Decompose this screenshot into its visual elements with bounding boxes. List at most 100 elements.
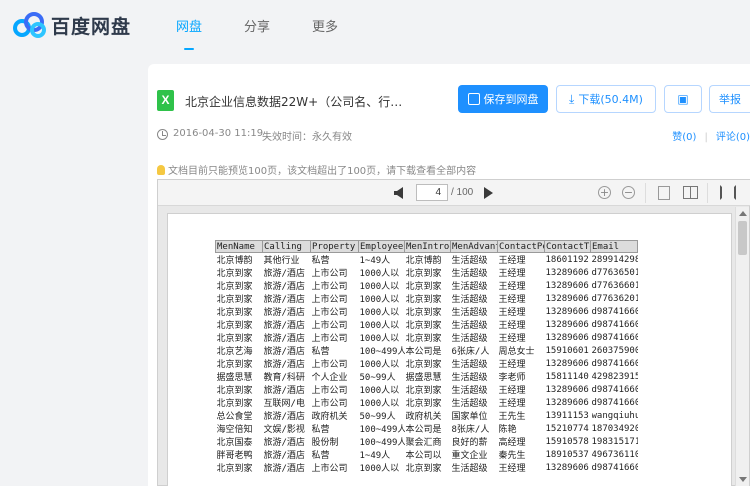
brand-logo[interactable]: 百度网盘 bbox=[12, 11, 131, 39]
notice-text: 文档目前只能预览100页，该文档超出了100页，请下载查看全部内容 bbox=[168, 166, 477, 177]
table-cell: 1000人以 bbox=[359, 308, 400, 318]
like-count-link[interactable]: 赞(0) bbox=[672, 132, 696, 143]
table-cell: 北京到家 bbox=[405, 360, 442, 370]
table-cell: d98741660 bbox=[591, 319, 638, 330]
table-row: 北京到家 旅游/酒店 上市公司 1000人以 北京到家 生活超级 王经理 13289606 d9… bbox=[216, 357, 638, 371]
table-row: 北京到家 旅游/酒店 上市公司 1000人以 北京到家 生活超级 王经理 13289606 d7… bbox=[216, 279, 638, 293]
table-cell: 王经理 bbox=[498, 308, 526, 318]
table-cell: 北京到家 bbox=[216, 334, 253, 344]
table-cell: d98741660 bbox=[591, 462, 638, 473]
table-cell: 私营 bbox=[311, 425, 330, 435]
table-cell: 私营 bbox=[311, 451, 330, 461]
prev-page-icon[interactable] bbox=[394, 187, 403, 199]
table-cell: 50~99人 bbox=[359, 412, 396, 422]
page-number-input[interactable]: 4 bbox=[416, 184, 448, 201]
table-cell: 良好的薪 bbox=[451, 438, 488, 448]
table-cell: 个人企业 bbox=[311, 373, 348, 383]
table-cell: d98741660 bbox=[591, 397, 638, 408]
table-cell: 13289606 bbox=[545, 306, 589, 317]
scroll-thumb[interactable] bbox=[738, 221, 747, 255]
table-cell: 上市公司 bbox=[311, 282, 348, 292]
two-page-icon[interactable] bbox=[683, 186, 698, 199]
table-cell: d77636201 bbox=[591, 293, 638, 304]
table-cell: 生活超级 bbox=[451, 295, 488, 305]
table-cell: 旅游/酒店 bbox=[263, 451, 305, 461]
table-cell: 1000人以 bbox=[359, 386, 400, 396]
comment-link[interactable]: 评论(0) bbox=[716, 132, 750, 143]
table-row: 据盛思慧 教育/科研 个人企业 50~99人 据盛思慧 生活超级 李老师 15811140 42… bbox=[216, 370, 638, 384]
table-cell: 1000人以 bbox=[359, 399, 400, 409]
save-to-netdisk-button[interactable]: 保存到网盘 bbox=[458, 85, 548, 113]
table-cell: 王经理 bbox=[498, 360, 526, 370]
column-header: ContactTe bbox=[544, 240, 591, 253]
table-cell: 1000人以 bbox=[359, 269, 400, 279]
table-cell: 政府机关 bbox=[405, 412, 442, 422]
table-cell: 1000人以 bbox=[359, 295, 400, 305]
table-cell: 289914298 bbox=[591, 254, 638, 265]
scroll-up-icon[interactable] bbox=[739, 211, 747, 216]
download-button-label: 下载(50.4M) bbox=[578, 93, 643, 106]
table-row: 总公食堂 旅游/酒店 政府机关 50~99人 政府机关 国家单位 王先生 13911153 wa… bbox=[216, 409, 638, 423]
table-cell: 旅游/酒店 bbox=[263, 269, 305, 279]
table-cell: 北京到家 bbox=[216, 269, 253, 279]
zoom-out-icon[interactable]: − bbox=[622, 186, 635, 199]
table-cell: 上市公司 bbox=[311, 386, 348, 396]
viewer-scrollbar[interactable] bbox=[735, 207, 749, 486]
table-cell: 6张床/人 bbox=[451, 347, 490, 357]
table-cell: 北京到家 bbox=[216, 295, 253, 305]
table-cell: 旅游/酒店 bbox=[263, 386, 305, 396]
table-cell: 1000人以 bbox=[359, 282, 400, 292]
qr-code-button[interactable]: ▣ bbox=[664, 85, 702, 113]
viewer-toolbar: 4 / 100 + − bbox=[158, 180, 750, 206]
bulb-icon bbox=[157, 165, 165, 175]
table-cell: d98741660 bbox=[591, 306, 638, 317]
cloud-logo-icon bbox=[13, 12, 46, 38]
table-cell: 海空倍知 bbox=[216, 425, 253, 435]
table-cell: 旅游/酒店 bbox=[263, 360, 305, 370]
table-cell: 生活超级 bbox=[451, 269, 488, 279]
document-viewer: 4 / 100 + − MenName Calling Property Employ… bbox=[157, 179, 750, 486]
table-cell: 高经理 bbox=[498, 438, 526, 448]
download-button[interactable]: ⤓ 下载(50.4M) bbox=[556, 85, 656, 113]
table-row: 海空倍知 文娱/影视 私营 100~499人 本公司是 8张床/人 陈艳 15210774 18… bbox=[216, 422, 638, 436]
table-cell: 北京到家 bbox=[405, 334, 442, 344]
table-cell: 100~499人 bbox=[359, 438, 405, 448]
table-cell: 李老师 bbox=[498, 373, 526, 383]
table-cell: 重文企业 bbox=[451, 451, 488, 461]
table-cell: d77636501 bbox=[591, 267, 638, 278]
table-cell: 股份制 bbox=[311, 438, 339, 448]
table-cell: 1000人以 bbox=[359, 464, 400, 474]
nav-item-share[interactable]: 分享 bbox=[244, 16, 270, 42]
table-cell: 15811140 bbox=[545, 371, 589, 382]
table-cell: d77636601 bbox=[591, 280, 638, 291]
scroll-down-icon[interactable] bbox=[739, 477, 747, 482]
nav-item-netdisk[interactable]: 网盘 bbox=[176, 16, 202, 50]
table-cell: 北京到家 bbox=[405, 399, 442, 409]
table-cell: 13289606 bbox=[545, 280, 589, 291]
single-page-icon[interactable] bbox=[658, 186, 670, 200]
column-header: ContactPe bbox=[497, 240, 545, 253]
table-cell: 北京到家 bbox=[216, 386, 253, 396]
table-row: 胖哥老鸭 旅游/酒店 私营 1~49人 本公司以 重文企业 秦先生 18910537 49673… bbox=[216, 448, 638, 462]
nav-item-more[interactable]: 更多 bbox=[312, 16, 338, 42]
table-cell: 上市公司 bbox=[311, 321, 348, 331]
table-cell: 本公司是 bbox=[405, 425, 442, 435]
next-page-icon[interactable] bbox=[484, 187, 493, 199]
meta-links: 赞(0) | 评论(0) bbox=[672, 132, 750, 143]
table-cell: 旅游/酒店 bbox=[263, 334, 305, 344]
report-button[interactable]: 举报 bbox=[709, 85, 750, 113]
table-cell: 王经理 bbox=[498, 282, 526, 292]
table-cell: 50~99人 bbox=[359, 373, 396, 383]
clock-icon bbox=[157, 129, 168, 140]
table-cell: 13289606 bbox=[545, 319, 589, 330]
table-cell: 王经理 bbox=[498, 386, 526, 396]
table-cell: 生活超级 bbox=[451, 373, 488, 383]
fullscreen-icon[interactable] bbox=[720, 185, 736, 200]
table-cell: 其他行业 bbox=[263, 256, 300, 266]
table-cell: 1~49人 bbox=[359, 256, 391, 266]
table-cell: 100~499人 bbox=[359, 347, 405, 357]
zoom-in-icon[interactable]: + bbox=[598, 186, 611, 199]
table-cell: d98741660 bbox=[591, 384, 638, 395]
report-button-label: 举报 bbox=[719, 93, 741, 106]
table-row: 北京到家 旅游/酒店 上市公司 1000人以 北京到家 生活超级 王经理 13289606 d7… bbox=[216, 292, 638, 306]
